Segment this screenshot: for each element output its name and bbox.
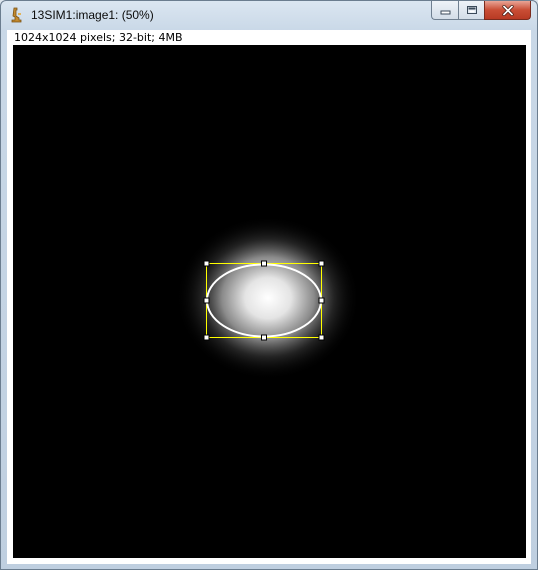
roi-handle-right[interactable] <box>318 297 325 304</box>
maximize-button[interactable] <box>458 1 484 20</box>
roi-handle-left[interactable] <box>203 297 210 304</box>
image-client-area: 1024x1024 pixels; 32-bit; 4MB <box>7 30 531 564</box>
image-canvas-svg <box>176 216 360 380</box>
window-title: 13SIM1:image1: (50%) <box>31 8 154 22</box>
title-bar[interactable]: 13SIM1:image1: (50%) <box>1 1 537 30</box>
minimize-button[interactable] <box>431 1 458 20</box>
roi-handle-bottom[interactable] <box>261 334 267 341</box>
minimize-icon <box>440 10 450 14</box>
roi-handle-bottom-left[interactable] <box>203 334 210 341</box>
caption-buttons <box>431 1 531 20</box>
roi-handle-top-right[interactable] <box>318 260 325 267</box>
close-icon <box>501 4 514 16</box>
image-window: 13SIM1:image1: (50%) 1024x1024 pixels; 3… <box>0 0 538 570</box>
image-canvas[interactable] <box>13 45 526 558</box>
close-button[interactable] <box>484 1 531 20</box>
image-info-label: 1024x1024 pixels; 32-bit; 4MB <box>14 31 183 44</box>
roi-handle-top[interactable] <box>261 260 267 267</box>
imagej-microscope-icon <box>11 7 22 23</box>
maximize-icon <box>466 6 477 14</box>
roi-handle-bottom-right[interactable] <box>318 334 325 341</box>
roi-handle-top-left[interactable] <box>203 260 210 267</box>
